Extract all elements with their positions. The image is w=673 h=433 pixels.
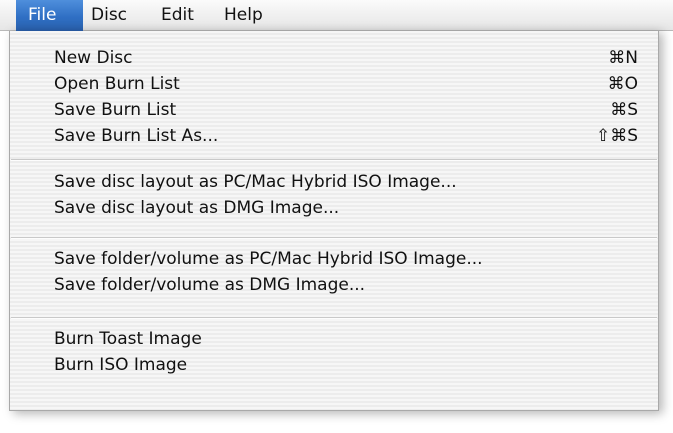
menubar-file[interactable]: File bbox=[16, 0, 83, 31]
menu-item-label: Open Burn List bbox=[54, 74, 180, 94]
menubar-edit[interactable]: Edit bbox=[149, 0, 215, 31]
menu-item-label: Burn ISO Image bbox=[54, 355, 188, 375]
menu-item-label: New Disc bbox=[54, 48, 133, 68]
menu-item-save-folder-dmg[interactable]: Save folder/volume as DMG Image... bbox=[10, 272, 658, 298]
menu-item-label: Save folder/volume as PC/Mac Hybrid ISO … bbox=[54, 249, 483, 269]
menu-separator bbox=[11, 159, 657, 161]
menu-item-shortcut: ⇧⌘S bbox=[595, 126, 638, 146]
menubar-disc[interactable]: Disc bbox=[79, 0, 149, 31]
menu-item-label: Burn Toast Image bbox=[54, 329, 202, 349]
menu-bar: File Disc Edit Help bbox=[0, 0, 673, 31]
menu-item-label: Save disc layout as PC/Mac Hybrid ISO Im… bbox=[54, 172, 457, 192]
menubar-help[interactable]: Help bbox=[212, 0, 282, 31]
menu-item-label: Save disc layout as DMG Image... bbox=[54, 198, 340, 218]
menu-separator bbox=[11, 317, 657, 319]
file-menu-dropdown: New Disc ⌘N Open Burn List ⌘O Save Burn … bbox=[9, 31, 659, 411]
menu-item-shortcut: ⌘O bbox=[607, 74, 638, 94]
menu-item-save-folder-iso[interactable]: Save folder/volume as PC/Mac Hybrid ISO … bbox=[10, 246, 658, 272]
menu-item-save-burn-list[interactable]: Save Burn List ⌘S bbox=[10, 97, 658, 123]
menu-item-save-disc-layout-dmg[interactable]: Save disc layout as DMG Image... bbox=[10, 195, 658, 221]
menu-item-new-disc[interactable]: New Disc ⌘N bbox=[10, 45, 658, 71]
menu-item-shortcut: ⌘N bbox=[608, 48, 638, 68]
menu-item-label: Save Burn List As... bbox=[54, 126, 219, 146]
menu-item-shortcut: ⌘S bbox=[610, 100, 638, 120]
menu-item-open-burn-list[interactable]: Open Burn List ⌘O bbox=[10, 71, 658, 97]
menu-item-save-disc-layout-iso[interactable]: Save disc layout as PC/Mac Hybrid ISO Im… bbox=[10, 169, 658, 195]
menu-item-label: Save Burn List bbox=[54, 100, 177, 120]
menu-item-save-burn-list-as[interactable]: Save Burn List As... ⇧⌘S bbox=[10, 123, 658, 149]
menu-item-label: Save folder/volume as DMG Image... bbox=[54, 275, 366, 295]
menu-item-burn-iso-image[interactable]: Burn ISO Image bbox=[10, 352, 658, 378]
menu-item-burn-toast-image[interactable]: Burn Toast Image bbox=[10, 326, 658, 352]
menu-separator bbox=[11, 237, 657, 239]
